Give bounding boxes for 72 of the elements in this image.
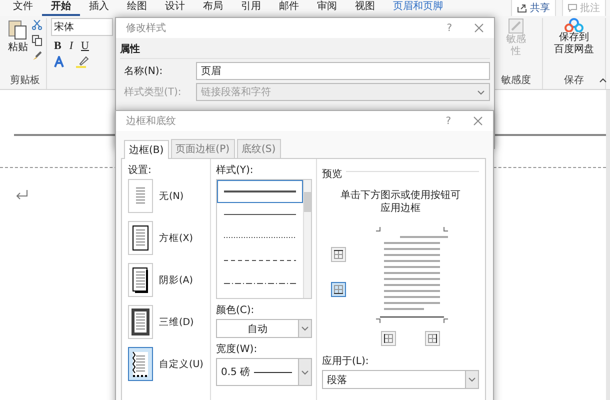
collapse-ribbon-icon[interactable] <box>599 78 607 83</box>
dialog-title: 边框和底纹 <box>126 114 177 128</box>
ribbon-tab[interactable]: 审阅 <box>308 0 346 16</box>
line-style-option[interactable] <box>217 180 303 203</box>
copy-icon[interactable] <box>32 35 42 46</box>
font-name-field[interactable]: 宋体 <box>51 18 113 36</box>
paragraph-mark-icon <box>15 189 29 201</box>
caret-icon <box>477 90 485 94</box>
color-dropdown[interactable]: 自动 <box>216 319 312 338</box>
format-button[interactable]: I <box>69 40 74 52</box>
ribbon-tab[interactable]: 插入 <box>80 0 118 16</box>
width-label: 宽度(W): <box>216 342 258 356</box>
save-to-cloud-button[interactable]: 保存到 百度网盘 <box>554 18 594 56</box>
ribbon-tab[interactable]: 页眉和页脚 <box>384 0 452 16</box>
dialog-tab[interactable]: 底纹(S) <box>236 139 281 158</box>
apply-to-label: 应用于(L): <box>322 354 370 368</box>
caret-icon <box>468 377 476 382</box>
brush-icon[interactable] <box>32 51 42 61</box>
color-label: 颜色(C): <box>216 304 256 317</box>
format-button[interactable]: U <box>81 40 89 52</box>
scissors-icon[interactable] <box>32 20 42 30</box>
setting-label: 自定义(U) <box>159 358 204 370</box>
close-icon[interactable] <box>473 116 483 126</box>
group-label: 保存 <box>564 74 584 88</box>
cloud-icon <box>564 18 584 32</box>
border-setting-icon[interactable] <box>128 305 153 339</box>
border-setting-icon[interactable] <box>128 263 153 297</box>
share-icon <box>517 3 527 13</box>
ribbon-tab[interactable]: 文件 <box>4 0 42 16</box>
format-button[interactable]: B <box>54 40 62 52</box>
top-border-button[interactable] <box>331 247 346 262</box>
setting-label: 阴影(A) <box>159 274 193 286</box>
help-button[interactable]: ? <box>446 116 451 126</box>
right-border-button[interactable] <box>425 331 440 346</box>
setting-label: 无(N) <box>159 190 184 202</box>
ribbon-tab[interactable]: 邮件 <box>270 0 308 16</box>
width-dropdown[interactable]: 0.5 磅 <box>216 358 312 386</box>
border-setting-icon[interactable] <box>128 347 153 381</box>
scrollbar[interactable] <box>303 180 311 298</box>
ribbon-tab[interactable]: 绘图 <box>118 0 156 16</box>
caret-icon <box>301 370 309 374</box>
settings-label: 设置: <box>128 164 152 177</box>
line-style-list[interactable] <box>216 179 312 299</box>
apply-to-dropdown[interactable]: 段落 <box>322 370 479 389</box>
border-setting-icon[interactable] <box>128 221 153 255</box>
highlighter-icon[interactable] <box>76 56 90 68</box>
setting-label: 方框(X) <box>159 232 193 244</box>
paste-button[interactable]: 粘贴 <box>8 18 28 61</box>
dialog-tab[interactable]: 页面边框(P) <box>170 139 235 158</box>
ribbon-tab[interactable]: 设计 <box>156 0 194 16</box>
style-label: 样式(Y): <box>216 164 254 177</box>
ribbon-tab[interactable]: 布局 <box>194 0 232 16</box>
bottom-border-button[interactable] <box>331 282 346 297</box>
name-field[interactable]: 页眉 <box>196 62 490 80</box>
ribbon-tab[interactable]: 引用 <box>232 0 270 16</box>
comment-icon <box>568 4 577 12</box>
group-label: 敏感度 <box>501 74 531 88</box>
share-button[interactable]: 共享 <box>511 0 556 17</box>
dialog-title: 修改样式 <box>126 22 167 35</box>
section-heading: 属性 <box>120 42 490 59</box>
group-label: 剪贴板 <box>10 74 40 88</box>
preview-label: 预览 <box>322 168 342 181</box>
preview-hint: 单击下方图示或使用按钮可应用边框 <box>340 189 462 215</box>
help-button[interactable]: ? <box>446 22 452 34</box>
caret-icon <box>301 326 309 331</box>
ribbon-tab[interactable]: 视图 <box>346 0 384 16</box>
field-label: 样式类型(T): <box>124 86 182 99</box>
dialog-tab[interactable]: 边框(B) <box>124 140 169 159</box>
close-icon[interactable] <box>474 23 484 33</box>
setting-label: 三维(D) <box>159 316 194 328</box>
field-label: 名称(N): <box>124 65 164 78</box>
left-border-button[interactable] <box>381 331 396 346</box>
